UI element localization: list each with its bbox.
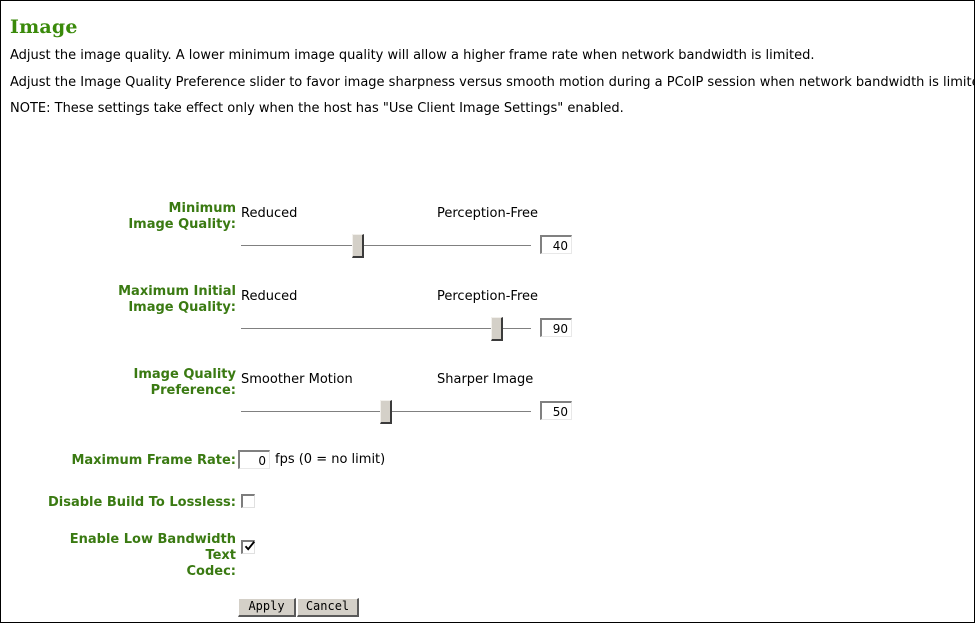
image-quality-preference-slider[interactable]	[241, 398, 531, 426]
maximum-frame-rate-label: Maximum Frame Rate:	[71, 453, 236, 468]
page-title: Image	[10, 16, 78, 38]
disable-build-to-lossless-checkbox[interactable]	[241, 494, 255, 508]
enable-low-bandwidth-text-codec-label: Enable Low Bandwidth Text Codec:	[69, 532, 236, 579]
slider-left-cap: Reduced	[241, 289, 298, 304]
apply-button[interactable]: Apply	[238, 598, 296, 617]
slider-thumb[interactable]	[380, 400, 392, 424]
image-quality-preference-label: Image Quality Preference:	[133, 367, 236, 398]
enable-low-bandwidth-text-codec-checkbox[interactable]	[241, 540, 256, 554]
slider-right-cap: Perception-Free	[437, 206, 539, 221]
maximum-initial-image-quality-slider[interactable]	[241, 315, 531, 343]
minimum-image-quality-value[interactable]: 40	[540, 235, 572, 254]
slider-right-cap: Perception-Free	[437, 289, 539, 304]
slider-left-cap: Smoother Motion	[241, 372, 353, 387]
image-settings-page: Image Adjust the image quality. A lower …	[0, 0, 975, 623]
slider-thumb[interactable]	[491, 317, 504, 341]
slider-thumb[interactable]	[352, 234, 365, 258]
cancel-button[interactable]: Cancel	[297, 598, 359, 617]
minimum-image-quality-label: Minimum Image Quality:	[128, 201, 236, 232]
disable-build-to-lossless-label: Disable Build To Lossless:	[47, 495, 236, 510]
maximum-frame-rate-suffix: fps (0 = no limit)	[275, 452, 386, 467]
slider-right-cap: Sharper Image	[437, 372, 534, 387]
image-quality-preference-value[interactable]: 50	[540, 401, 572, 420]
maximum-initial-image-quality-value[interactable]: 90	[540, 318, 572, 337]
intro-line-3: NOTE: These settings take effect only wh…	[10, 101, 624, 116]
slider-track	[241, 245, 531, 246]
maximum-initial-image-quality-label: Maximum Initial Image Quality:	[118, 284, 236, 315]
checkmark-icon	[244, 540, 256, 551]
slider-left-cap: Reduced	[241, 206, 298, 221]
maximum-frame-rate-input[interactable]: 0	[238, 450, 270, 469]
intro-line-1: Adjust the image quality. A lower minimu…	[10, 48, 815, 63]
intro-line-2: Adjust the Image Quality Preference slid…	[10, 75, 975, 90]
slider-track	[241, 328, 531, 329]
minimum-image-quality-slider[interactable]	[241, 232, 531, 260]
